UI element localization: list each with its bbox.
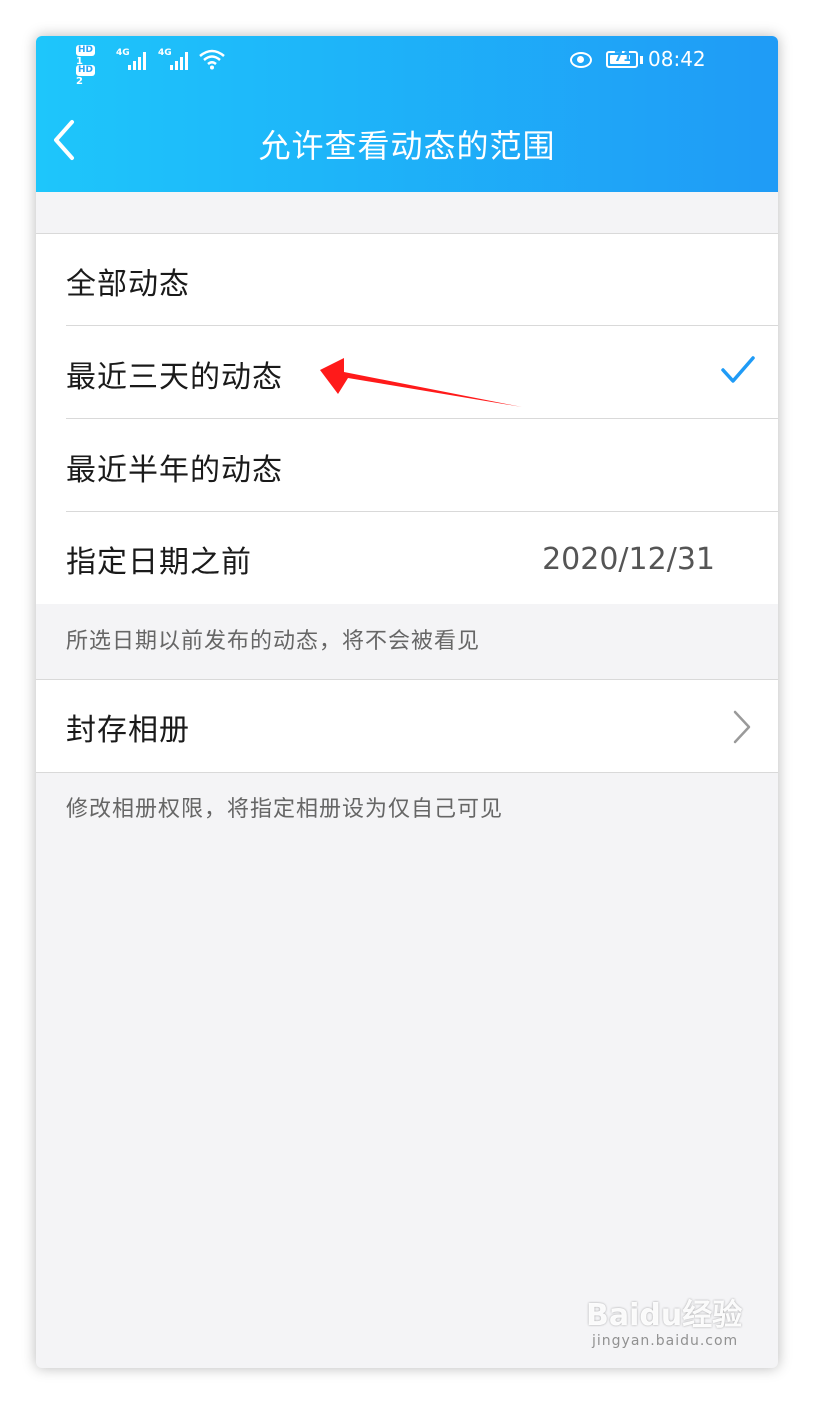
baidu-watermark-logo: Baidu经验 — [586, 1298, 743, 1333]
baidu-watermark-url: jingyan.baidu.com — [592, 1333, 739, 1349]
annotation-arrow — [320, 358, 522, 407]
